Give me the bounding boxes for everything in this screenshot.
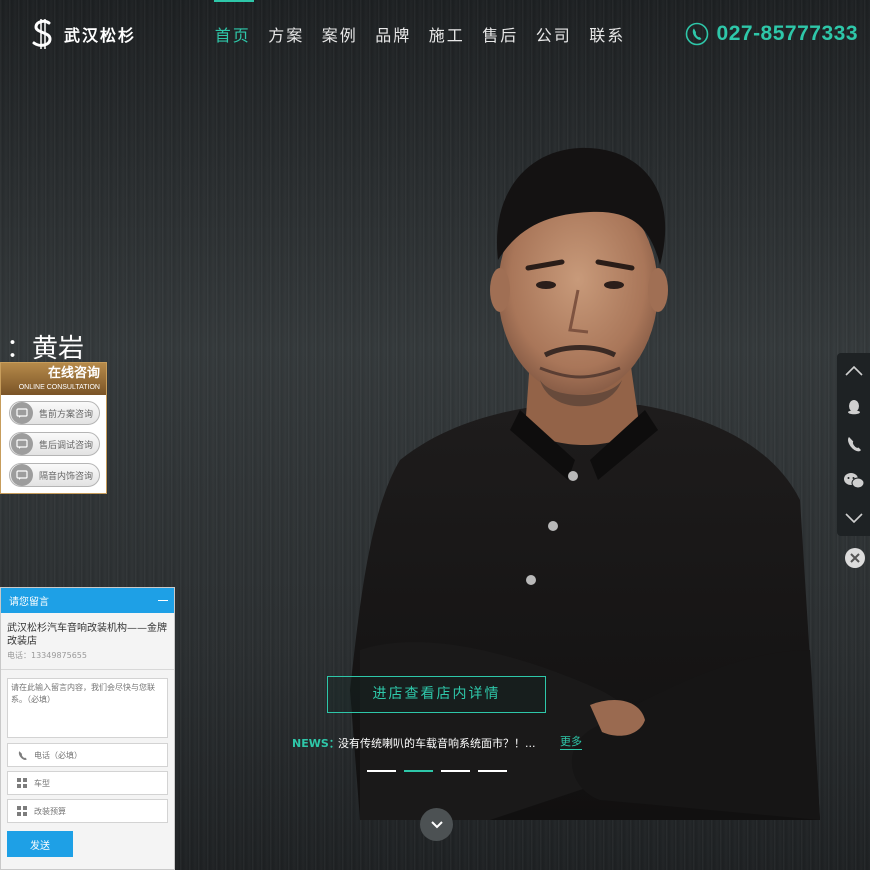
float-wechat-button[interactable]	[837, 463, 870, 500]
phone-input[interactable]	[34, 750, 159, 760]
chat-icon	[11, 433, 33, 455]
nav-item-company[interactable]: 公司	[527, 0, 581, 72]
right-float-bar	[837, 353, 870, 536]
nav-item-contact[interactable]: 联系	[581, 0, 635, 72]
slide-dot[interactable]	[367, 770, 396, 772]
grid-icon	[16, 805, 28, 817]
message-form: 发送	[1, 670, 174, 857]
slide-dot[interactable]	[441, 770, 470, 772]
consult-title: 在线咨询	[47, 366, 100, 381]
float-phone-button[interactable]	[837, 426, 870, 463]
message-contact: 电话：13349875655	[7, 651, 87, 660]
news-more-link[interactable]: 更多	[560, 733, 582, 750]
minimize-icon[interactable]	[158, 596, 168, 606]
slide-indicators	[367, 770, 507, 772]
leave-message-panel: 请您留言 武汉松杉汽车音响改装机构——金牌改装店 电话：13349875655 …	[0, 587, 175, 870]
nav-item-construction[interactable]: 施工	[420, 0, 474, 72]
phone-icon	[16, 749, 28, 761]
float-close-button[interactable]	[845, 548, 865, 568]
site-header: 武汉松杉 首页 方案 案例 品牌 施工 售后 公司 联系 027-8577733…	[0, 0, 870, 72]
nav-item-cases[interactable]: 案例	[313, 0, 367, 72]
nav-item-home[interactable]: 首页	[206, 0, 260, 72]
news-label: NEWS：	[292, 737, 340, 750]
logo-s-icon	[32, 19, 52, 49]
consult-aftersale-button[interactable]: 售后调试咨询	[9, 432, 100, 456]
hero-caption: ：黄岩	[6, 334, 85, 364]
message-header: 请您留言	[1, 588, 174, 613]
main-nav: 首页 方案 案例 品牌 施工 售后 公司 联系	[206, 0, 634, 72]
hero-person-photo	[350, 147, 820, 820]
consult-presale-button[interactable]: 售前方案咨询	[9, 401, 100, 425]
consult-item-label: 售前方案咨询	[39, 409, 94, 420]
message-textarea[interactable]	[7, 678, 168, 738]
float-down-button[interactable]	[837, 499, 870, 536]
chat-icon	[11, 402, 33, 424]
slide-dot-active[interactable]	[404, 770, 433, 772]
store-details-button[interactable]: 进店查看店内详情	[327, 676, 546, 713]
phone-field[interactable]	[7, 743, 168, 767]
wechat-icon	[843, 473, 864, 489]
consult-list: 售前方案咨询 售后调试咨询 隔音内饰咨询	[1, 395, 106, 487]
budget-input[interactable]	[34, 806, 159, 816]
message-info: 武汉松杉汽车音响改装机构——金牌改装店 电话：13349875655	[1, 613, 174, 670]
consult-item-label: 隔音内饰咨询	[39, 471, 94, 482]
nav-item-solutions[interactable]: 方案	[260, 0, 314, 72]
consult-subtitle: ONLINE CONSULTATION	[18, 384, 100, 391]
chat-icon	[11, 464, 33, 486]
budget-field[interactable]	[7, 799, 168, 823]
logo[interactable]: 武汉松杉	[30, 18, 136, 50]
news-ticker: NEWS： 没有传统喇叭的车载音响系统面市？！... 更多	[292, 735, 592, 751]
float-qq-button[interactable]	[837, 390, 870, 427]
consult-item-label: 售后调试咨询	[39, 440, 94, 451]
phone-icon	[847, 437, 861, 452]
close-icon	[850, 553, 860, 563]
online-consult-widget: 在线咨询 ONLINE CONSULTATION 售前方案咨询 售后调试咨询 隔…	[0, 362, 107, 494]
message-title: 请您留言	[9, 597, 49, 608]
car-model-input[interactable]	[34, 778, 159, 788]
phone-number: 027-85777333	[716, 22, 858, 45]
chevron-up-icon	[844, 366, 863, 376]
nav-item-after-sales[interactable]: 售后	[474, 0, 528, 72]
scroll-down-button[interactable]	[420, 808, 453, 841]
grid-icon	[16, 777, 28, 789]
chevron-down-icon	[430, 820, 443, 828]
news-headline-link[interactable]: 没有传统喇叭的车载音响系统面市？！...	[338, 735, 536, 751]
phone-icon	[685, 22, 708, 46]
header-phone[interactable]: 027-85777333	[685, 22, 858, 46]
send-button[interactable]: 发送	[7, 831, 73, 857]
qq-icon	[847, 399, 860, 415]
slide-dot[interactable]	[478, 770, 507, 772]
logo-text: 武汉松杉	[64, 26, 137, 45]
float-up-button[interactable]	[837, 353, 870, 390]
nav-item-brands[interactable]: 品牌	[367, 0, 421, 72]
message-company: 武汉松杉汽车音响改装机构——金牌改装店	[7, 623, 167, 647]
consult-header: 在线咨询 ONLINE CONSULTATION	[1, 363, 106, 395]
car-model-field[interactable]	[7, 771, 168, 795]
chevron-down-icon	[844, 513, 863, 523]
consult-soundproof-button[interactable]: 隔音内饰咨询	[9, 463, 100, 487]
